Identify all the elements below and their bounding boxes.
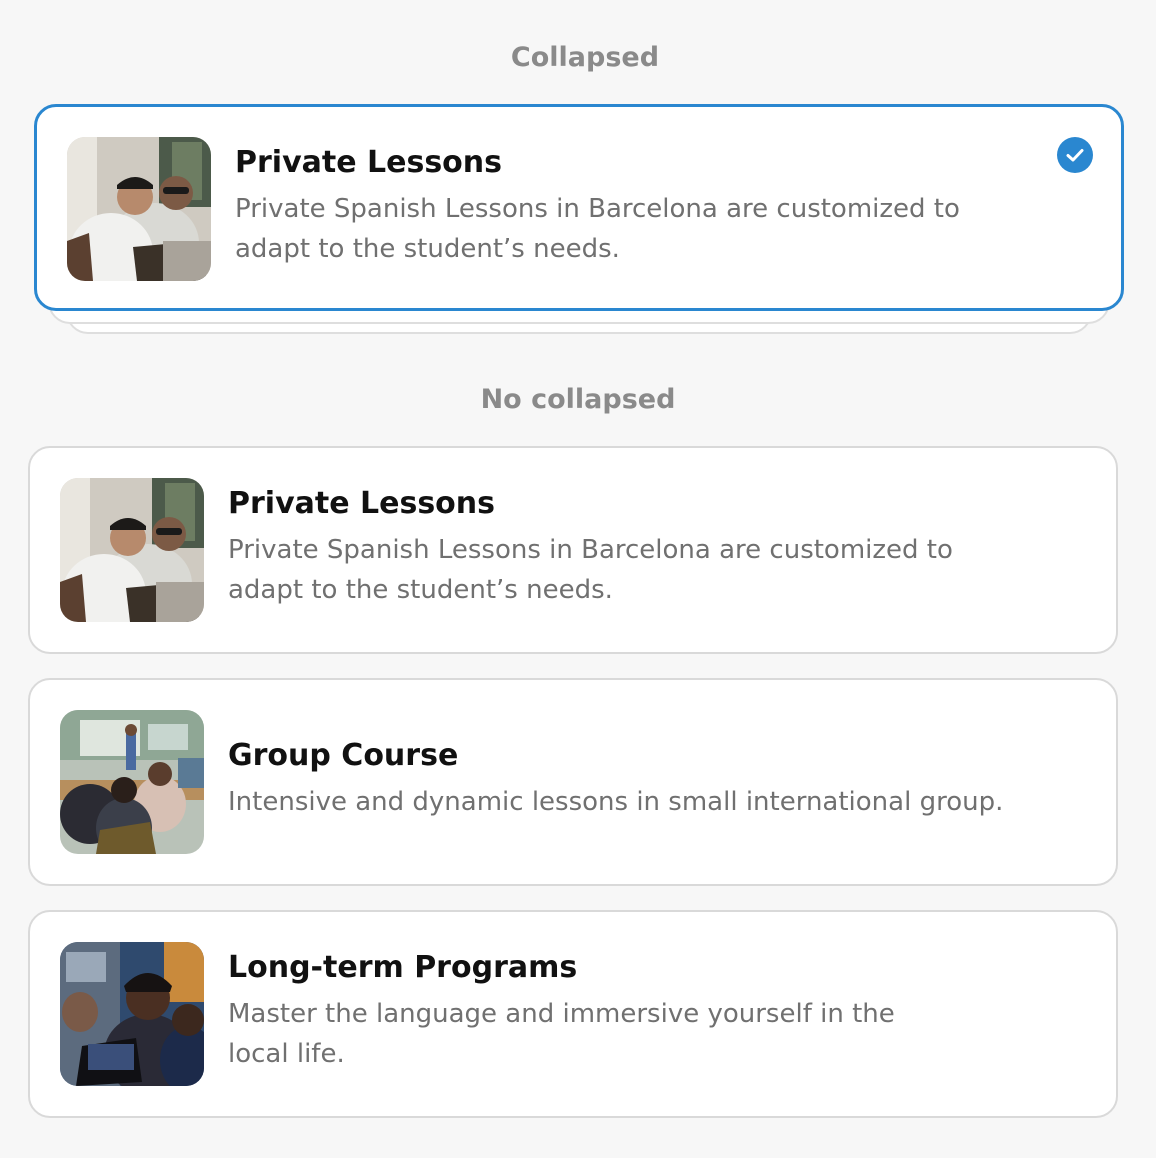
card-title: Long-term Programs xyxy=(228,950,578,985)
private-lessons-photo xyxy=(67,137,211,281)
card-description: Master the language and immersive yourse… xyxy=(228,999,895,1069)
section-label-no-collapsed: No collapsed xyxy=(480,384,676,415)
card-group-course[interactable]: Group Course Intensive and dynamic lesso… xyxy=(28,678,1118,886)
card-title: Private Lessons xyxy=(235,145,502,180)
card-title: Private Lessons xyxy=(228,486,495,521)
private-lessons-photo xyxy=(60,478,204,622)
long-term-programs-photo xyxy=(60,942,204,1086)
card-long-term-programs[interactable]: Long-term Programs Master the language a… xyxy=(28,910,1118,1118)
group-course-photo xyxy=(60,710,204,854)
section-label-collapsed: Collapsed xyxy=(510,42,660,73)
card-description: Intensive and dynamic lessons in small i… xyxy=(228,787,1004,817)
card-description: Private Spanish Lessons in Barcelona are… xyxy=(235,194,960,264)
card-description: Private Spanish Lessons in Barcelona are… xyxy=(228,535,953,605)
collapsed-card-private-lessons[interactable]: Private Lessons Private Spanish Lessons … xyxy=(34,104,1124,311)
selected-check-icon xyxy=(1057,137,1093,173)
card-private-lessons[interactable]: Private Lessons Private Spanish Lessons … xyxy=(28,446,1118,654)
card-title: Group Course xyxy=(228,738,459,773)
